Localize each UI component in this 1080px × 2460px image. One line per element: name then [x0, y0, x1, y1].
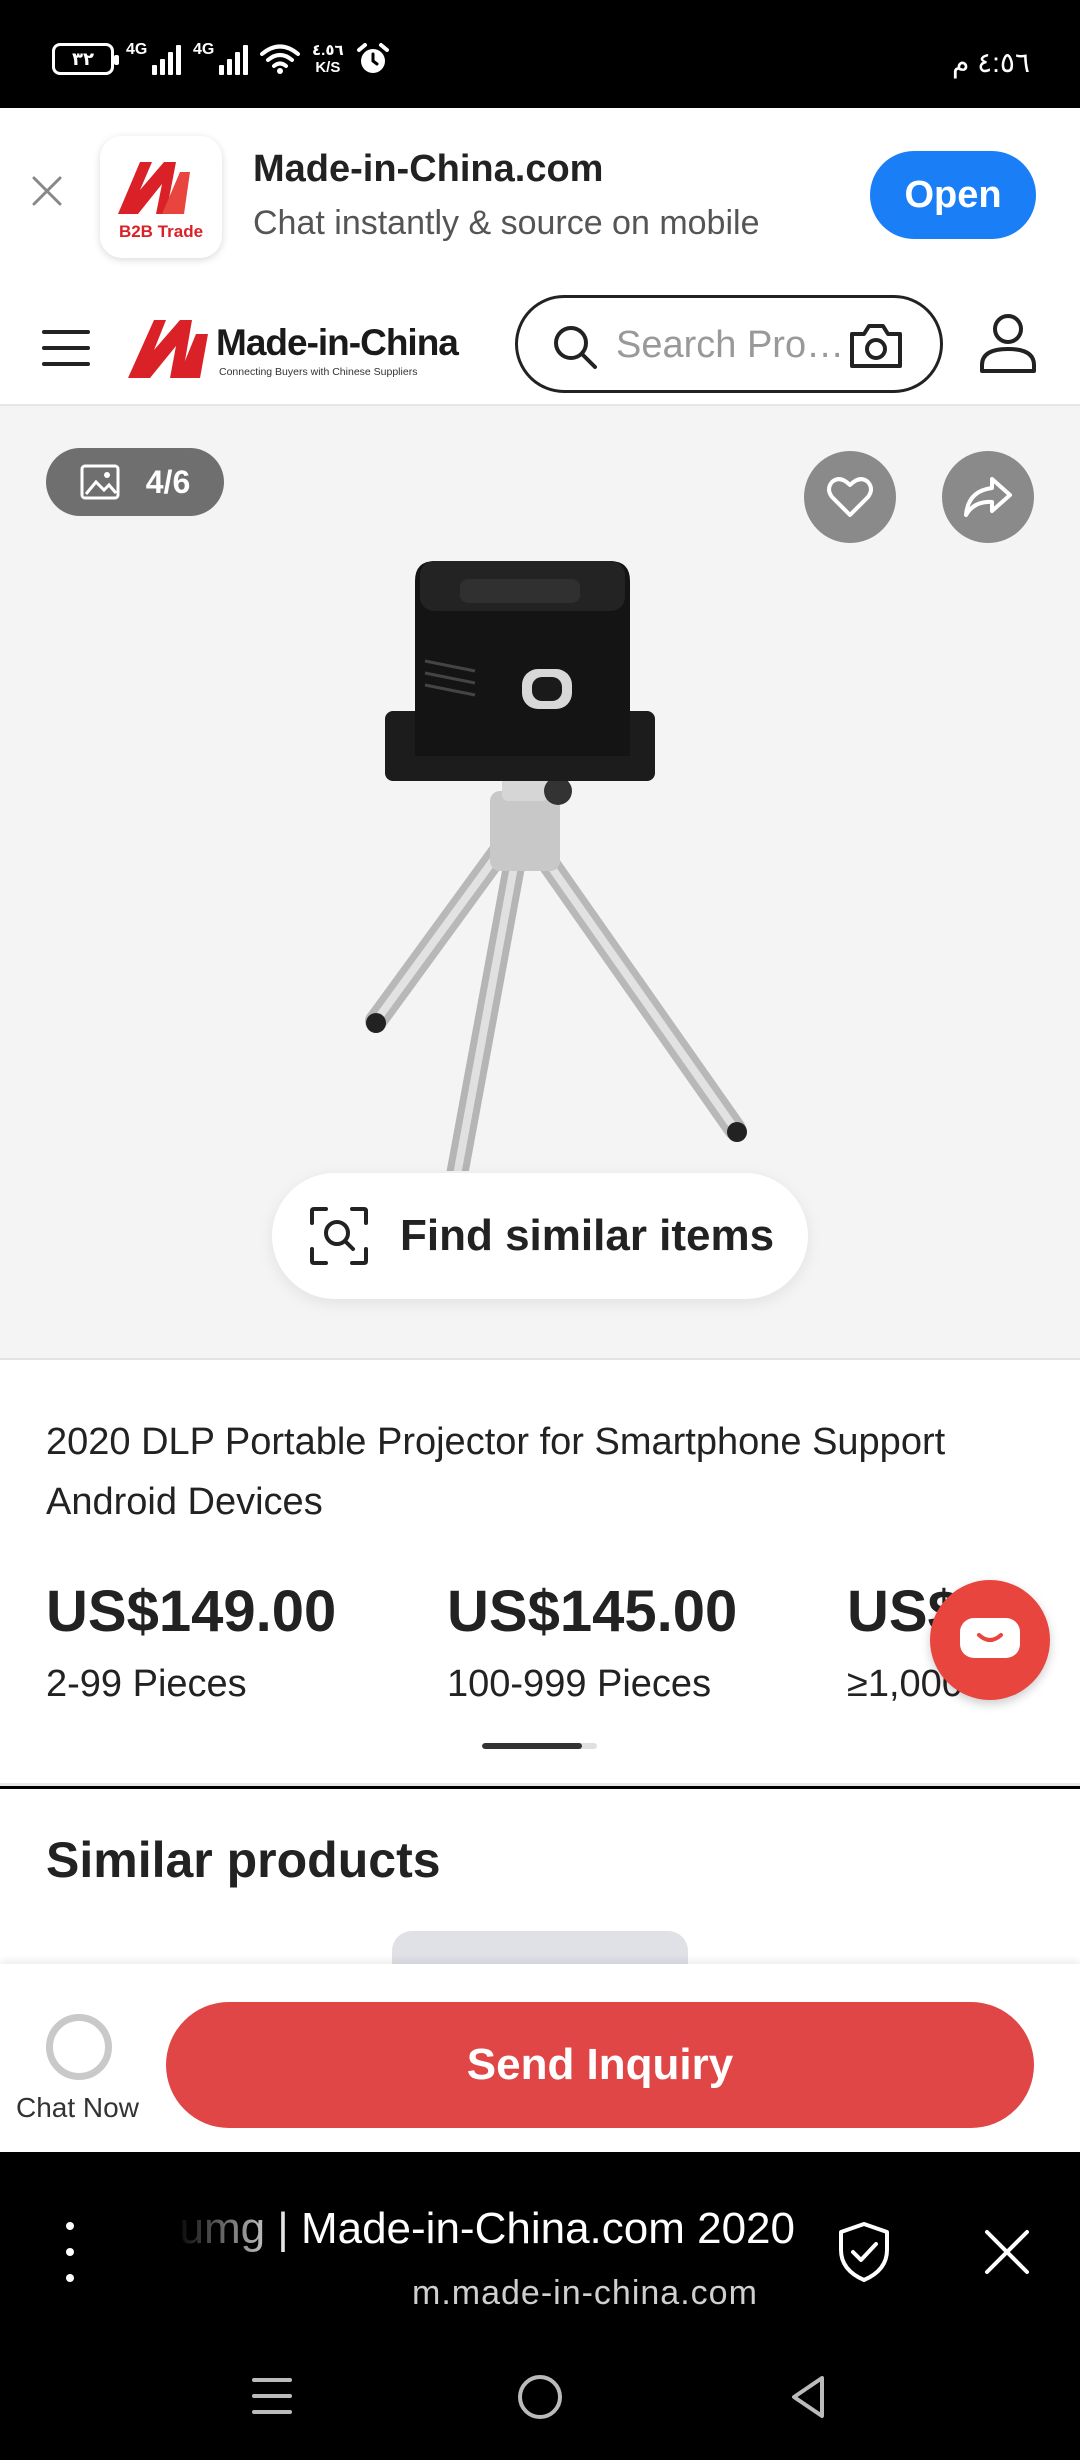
home-icon[interactable] — [518, 2375, 562, 2419]
speed-value: ٤.٥٦ — [312, 42, 344, 59]
similar-products-section: Similar products — [0, 1789, 1080, 1971]
camera-icon[interactable] — [848, 320, 904, 370]
favorite-button[interactable] — [804, 451, 896, 543]
close-icon[interactable] — [982, 2227, 1032, 2277]
logo-tagline: Connecting Buyers with Chinese Suppliers — [219, 366, 418, 378]
search-input[interactable]: Search Products — [515, 295, 943, 393]
image-counter: 4/6 — [46, 448, 224, 516]
wifi-icon — [260, 44, 300, 74]
shield-check-icon[interactable] — [835, 2220, 893, 2284]
search-icon — [554, 326, 597, 369]
page-url[interactable]: m.made-in-china.com — [412, 2274, 758, 2313]
user-icon[interactable] — [976, 311, 1040, 375]
tier-quantity: 2-99 Pieces — [46, 1663, 247, 1705]
price-tiers[interactable]: US$149.00 2-99 Pieces US$145.00 100-999 … — [46, 1578, 1080, 1708]
signal-icon: 4G — [193, 41, 248, 75]
bottom-action-bar: Chat Now Send Inquiry — [0, 1964, 1080, 2152]
tier-price: US$149.00 — [46, 1579, 337, 1644]
product-image-gallery[interactable]: 4/6 Find similar items — [0, 406, 1080, 1360]
chat-icon — [960, 1618, 1020, 1658]
banner-subtitle: Chat instantly & source on mobile — [253, 204, 760, 242]
image-icon — [80, 464, 120, 500]
app-icon-label: B2B Trade — [118, 222, 204, 241]
menu-icon[interactable] — [42, 330, 90, 368]
battery-icon: ٣٢ — [52, 43, 119, 75]
price-tier: US$149.00 2-99 Pieces — [46, 1578, 426, 1706]
logo-mark-icon — [128, 320, 208, 378]
more-options-icon[interactable] — [60, 2222, 80, 2282]
share-button[interactable] — [942, 451, 1034, 543]
tier-price: US$145.00 — [447, 1579, 738, 1644]
similar-products-title: Similar products — [46, 1832, 441, 1888]
image-counter-text: 4/6 — [145, 463, 191, 500]
status-icons: ٣٢ 4G 4G ٤.٥٦ K/S — [52, 41, 390, 76]
network-type-2: 4G — [193, 41, 215, 58]
site-header: Made-in-China Connecting Buyers with Chi… — [0, 288, 1080, 406]
chat-float-button[interactable] — [930, 1580, 1050, 1700]
share-icon — [964, 477, 1012, 517]
product-title: 2020 DLP Portable Projector for Smartpho… — [46, 1421, 946, 1523]
open-app-button[interactable]: Open — [870, 151, 1036, 239]
price-tier: US$145.00 100-999 Pieces — [447, 1578, 827, 1706]
back-icon[interactable] — [788, 2374, 828, 2420]
system-nav-bar — [0, 2332, 1080, 2460]
heart-icon — [827, 477, 873, 517]
product-info: 2020 DLP Portable Projector for Smartpho… — [0, 1360, 1080, 1786]
app-install-banner: B2B Trade Made-in-China.com Chat instant… — [0, 108, 1080, 288]
price-scroll-indicator — [482, 1743, 597, 1749]
status-bar: ٣٢ 4G 4G ٤.٥٦ K/S ٤:٥٦ م — [0, 0, 1080, 108]
battery-level: ٣٢ — [72, 48, 94, 69]
scan-search-icon — [310, 1207, 368, 1265]
find-similar-button[interactable]: Find similar items — [272, 1173, 808, 1299]
send-inquiry-button[interactable]: Send Inquiry — [166, 2002, 1034, 2128]
tier-quantity: 100-999 Pieces — [447, 1663, 712, 1705]
chat-now-icon[interactable] — [46, 2014, 112, 2080]
browser-bar: umg | Made-in-China.com 2020 m.made-in-c… — [0, 2152, 1080, 2332]
site-logo[interactable]: Made-in-China Connecting Buyers with Chi… — [126, 308, 471, 388]
chat-now-label[interactable]: Chat Now — [16, 2092, 139, 2124]
app-icon[interactable]: B2B Trade — [100, 136, 222, 258]
alarm-icon — [356, 43, 389, 73]
close-icon[interactable] — [30, 174, 64, 208]
find-similar-label: Find similar items — [400, 1211, 775, 1260]
product-image — [365, 561, 747, 1171]
banner-title: Made-in-China.com — [253, 148, 604, 190]
speed-unit: K/S — [315, 59, 341, 76]
logo-text: Made-in-China — [216, 322, 459, 363]
network-type-1: 4G — [126, 41, 148, 58]
recent-apps-icon[interactable] — [252, 2378, 292, 2414]
title-fade — [175, 2192, 295, 2262]
network-speed: ٤.٥٦ K/S — [312, 42, 344, 76]
clock: ٤:٥٦ م — [951, 47, 1030, 78]
signal-icon: 4G — [126, 41, 181, 75]
search-placeholder: Search Products — [616, 324, 846, 366]
